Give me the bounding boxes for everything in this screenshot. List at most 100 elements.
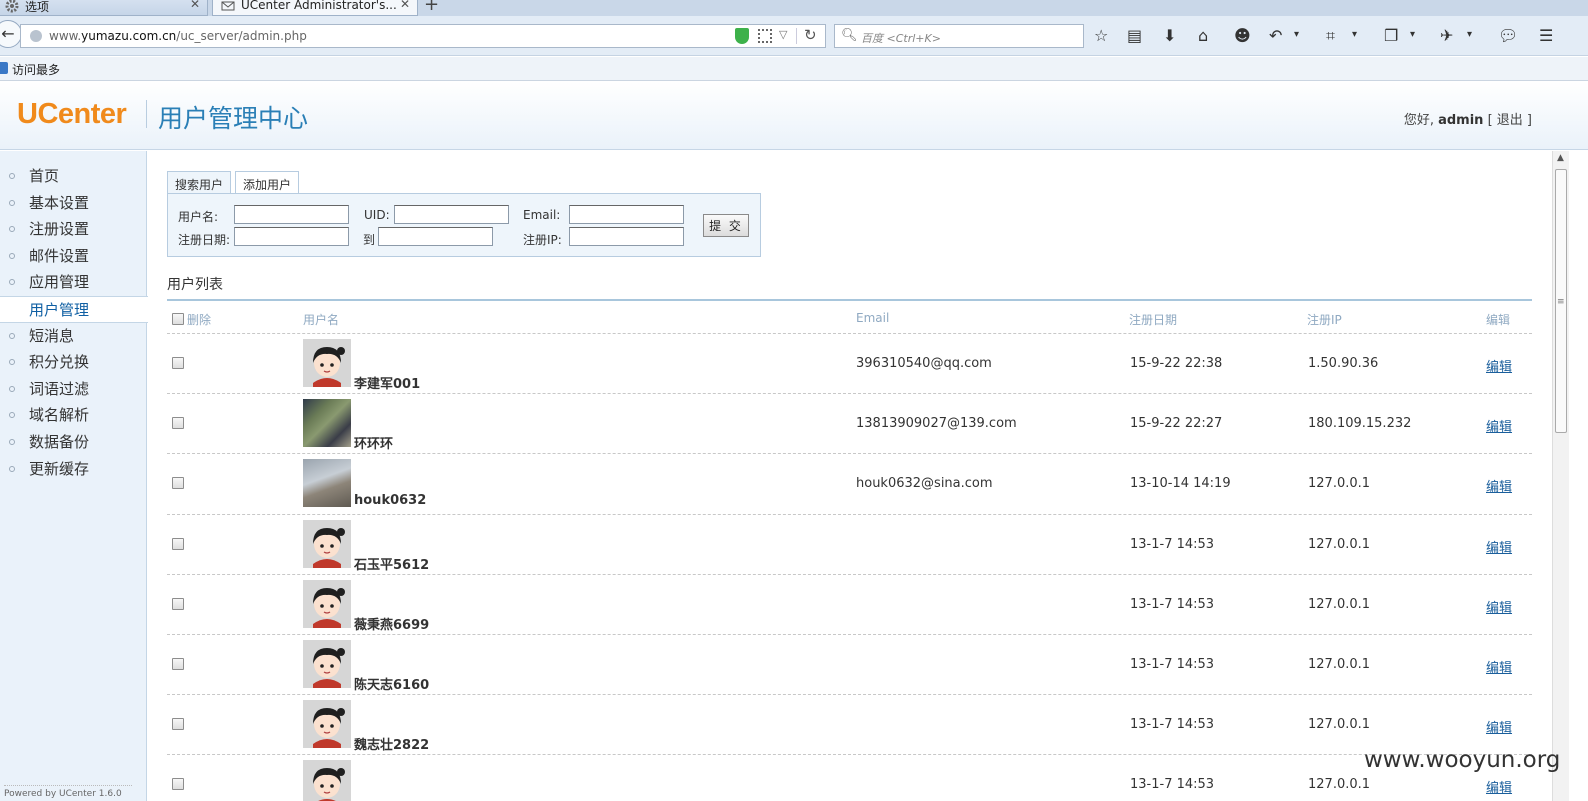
edit-link[interactable]: 编辑 [1486, 777, 1512, 796]
sidebar-item-credit-exchange[interactable]: 积分兑换 [0, 349, 147, 376]
regip-cell: 127.0.0.1 [1308, 657, 1371, 672]
user-avatar[interactable] [303, 399, 351, 448]
back-button[interactable]: ← [0, 20, 22, 48]
message-icon[interactable]: 💬︎ [1498, 26, 1518, 45]
sidebar-item-update-cache[interactable]: 更新缓存 [0, 456, 147, 483]
vertical-scrollbar[interactable]: ▲ ≡ [1552, 151, 1569, 801]
reading-list-icon[interactable]: ▤ [1127, 26, 1142, 45]
home-icon[interactable]: ⌂ [1198, 26, 1208, 45]
regdate-label: 注册日期: [178, 233, 231, 247]
edit-link[interactable]: 编辑 [1486, 356, 1512, 375]
sidebar-item-app-management[interactable]: 应用管理 [0, 269, 147, 296]
user-avatar[interactable] [303, 339, 351, 387]
chat-icon[interactable]: ☻ [1234, 26, 1251, 45]
sidebar-item-data-backup[interactable]: 数据备份 [0, 429, 147, 456]
sidebar-item-home[interactable]: 首页 [0, 163, 147, 190]
username-input[interactable] [234, 205, 349, 224]
edit-link[interactable]: 编辑 [1486, 597, 1512, 616]
qr-code-icon[interactable] [758, 29, 772, 43]
extension-icon[interactable]: ✈ [1440, 26, 1453, 45]
to-label: 到 [363, 233, 376, 247]
username-cell[interactable]: 李建军001 [354, 373, 420, 392]
sidebar-item-word-filter[interactable]: 词语过滤 [0, 376, 147, 403]
divider [146, 100, 147, 128]
row-checkbox[interactable] [172, 357, 184, 369]
download-icon[interactable]: ⬇ [1163, 26, 1176, 45]
chevron-down-icon[interactable]: ▾ [1467, 29, 1472, 40]
regdate-end-input[interactable] [378, 227, 493, 246]
dropdown-arrow-icon[interactable]: ▽ [779, 28, 787, 41]
username-cell[interactable]: 石玉平5612 [354, 554, 429, 573]
regip-cell: 127.0.0.1 [1308, 777, 1371, 793]
col-email: Email [856, 311, 890, 325]
sidebar-item-basic-settings[interactable]: 基本设置 [0, 190, 147, 217]
crop-icon[interactable]: ⌗ [1326, 26, 1335, 46]
username-cell[interactable]: 环环环 [354, 433, 393, 452]
row-checkbox[interactable] [172, 477, 184, 490]
row-checkbox[interactable] [172, 718, 184, 731]
tab-label: 选项 [25, 0, 50, 14]
select-all-checkbox[interactable] [172, 313, 184, 325]
row-checkbox[interactable] [172, 658, 184, 670]
divider [796, 28, 797, 44]
undo-icon[interactable]: ↶ [1269, 26, 1282, 45]
username-cell[interactable]: 魏志壮2822 [354, 734, 429, 753]
regdate-start-input[interactable] [234, 227, 349, 246]
copy-icon[interactable]: ❐ [1384, 26, 1398, 45]
edit-link[interactable]: 编辑 [1486, 537, 1512, 556]
close-icon[interactable]: ✕ [190, 0, 200, 11]
regip-input[interactable] [569, 227, 684, 246]
ucenter-logo[interactable]: UCenter [17, 98, 127, 131]
shield-icon[interactable] [735, 28, 749, 44]
sidebar-item-short-messages[interactable]: 短消息 [0, 323, 147, 350]
sidebar-item-register-settings[interactable]: 注册设置 [0, 216, 147, 243]
email-input[interactable] [569, 205, 684, 224]
row-checkbox[interactable] [172, 537, 184, 550]
user-avatar[interactable] [303, 760, 351, 801]
browser-tab-ucenter[interactable]: UCenter Administrator's... ✕ [212, 0, 418, 16]
uid-input[interactable] [394, 205, 509, 224]
row-checkbox[interactable] [172, 778, 184, 791]
user-avatar[interactable] [303, 700, 351, 749]
menu-icon[interactable]: ☰ [1539, 26, 1553, 45]
browser-tab-options[interactable]: 选项 ✕ [0, 0, 208, 16]
chevron-down-icon[interactable]: ▾ [1410, 29, 1415, 40]
close-icon[interactable]: ✕ [400, 0, 410, 11]
sidebar-item-mail-settings[interactable]: 邮件设置 [0, 243, 147, 270]
user-avatar[interactable] [303, 519, 351, 568]
edit-link[interactable]: 编辑 [1486, 416, 1512, 435]
edit-link[interactable]: 编辑 [1486, 717, 1512, 736]
chevron-down-icon[interactable]: ▾ [1352, 29, 1357, 40]
regip-cell: 180.109.15.232 [1308, 416, 1412, 432]
user-avatar[interactable] [303, 459, 351, 508]
sidebar-item-domain-resolve[interactable]: 域名解析 [0, 402, 147, 429]
new-tab-button[interactable]: + [424, 0, 439, 15]
submit-button[interactable]: 提 交 [703, 214, 749, 237]
row-checkbox[interactable] [172, 417, 184, 430]
search-box[interactable]: 🔍︎ 百度 <Ctrl+K> [834, 24, 1084, 48]
star-icon[interactable]: ☆ [1094, 26, 1108, 45]
username-cell[interactable]: houk0632 [354, 493, 426, 508]
bookmarks-bar: 访问最多 [0, 57, 1588, 81]
logout-link[interactable]: [ 退出 ] [1488, 113, 1532, 128]
bookmark-most-visited[interactable]: 访问最多 [12, 61, 60, 78]
username-cell[interactable]: 薇秉燕6699 [354, 614, 429, 633]
reload-icon[interactable]: ↻ [804, 26, 817, 44]
tab-add-user[interactable]: 添加用户 [235, 171, 300, 194]
user-avatar[interactable] [303, 579, 351, 628]
powered-by-text: Powered by UCenter 1.6.0 [4, 785, 132, 799]
table-row: 陈天志6160 13-1-7 14:53 127.0.0.1 编辑 [167, 635, 1532, 696]
user-avatar[interactable] [303, 640, 351, 688]
username-cell[interactable]: 陈天志6160 [354, 674, 429, 693]
tab-search-user[interactable]: 搜索用户 [167, 171, 232, 194]
edit-link[interactable]: 编辑 [1486, 476, 1512, 495]
bullet-icon [9, 173, 15, 179]
scroll-up-icon[interactable]: ▲ [1557, 153, 1564, 163]
bullet-icon [9, 385, 15, 392]
address-bar[interactable]: www.yumazu.com.cn/uc_server/admin.php ▽ … [20, 24, 826, 48]
chevron-down-icon[interactable]: ▾ [1294, 29, 1299, 40]
row-checkbox[interactable] [172, 597, 184, 610]
edit-link[interactable]: 编辑 [1486, 657, 1512, 676]
sidebar-item-user-management[interactable]: 用户管理 [0, 295, 148, 323]
navigation-bar: ← www.yumazu.com.cn/uc_server/admin.php … [0, 16, 1588, 56]
